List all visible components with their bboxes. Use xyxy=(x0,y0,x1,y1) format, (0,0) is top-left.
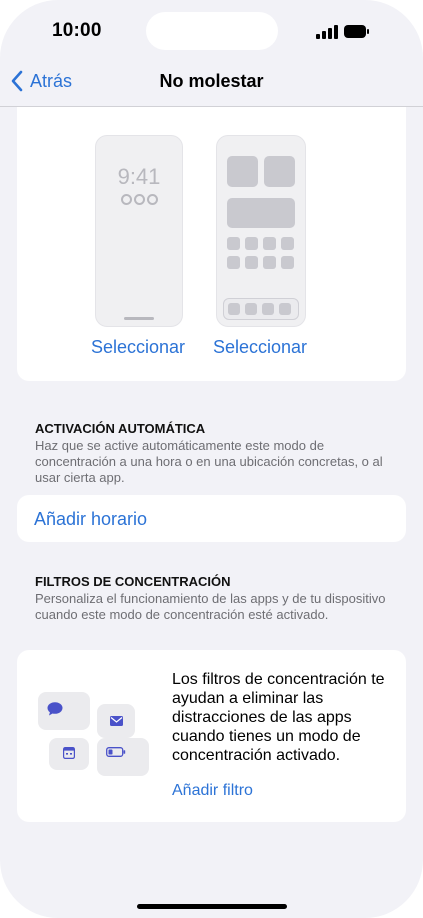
add-schedule-card[interactable]: Añadir horario xyxy=(17,495,406,542)
add-filter-button[interactable]: Añadir filtro xyxy=(172,782,253,800)
home-screen-preview[interactable] xyxy=(216,135,306,327)
dock xyxy=(223,298,299,320)
calendar-icon xyxy=(63,747,75,759)
status-bar: 10:00 xyxy=(0,0,423,58)
filters-header: FILTROS DE CONCENTRACIÓN xyxy=(35,574,231,589)
lock-screen-time: 9:41 xyxy=(117,164,161,189)
focus-filters-card: Los filtros de concentración te ayudan a… xyxy=(17,650,406,822)
page-title: No molestar xyxy=(159,71,264,91)
filters-info-text: Los filtros de concentración te ayudan a… xyxy=(172,671,385,764)
lock-screen-preview[interactable]: 9:41 xyxy=(95,135,183,327)
navigation-bar: Atrás No molestar xyxy=(0,58,423,107)
app-tile xyxy=(281,256,294,269)
select-home-screen-button[interactable]: Seleccionar xyxy=(213,337,307,358)
app-tile xyxy=(263,237,276,250)
mail-icon xyxy=(110,716,123,726)
message-icon xyxy=(47,702,63,716)
phone-screen: 10:00 Atrás No molestar 9:41 Seleccionar… xyxy=(0,0,423,918)
add-schedule-button[interactable]: Añadir horario xyxy=(34,509,147,530)
activation-header: ACTIVACIÓN AUTOMÁTICA xyxy=(35,421,206,436)
home-bar xyxy=(124,317,154,320)
filters-description: Personaliza el funcionamiento de las app… xyxy=(35,591,386,622)
battery-low-icon xyxy=(106,747,126,757)
screen-previews-card: 9:41 Seleccionar Seleccionar xyxy=(17,107,406,381)
widget-tile xyxy=(264,156,295,187)
signal-icon xyxy=(316,25,338,39)
dynamic-island xyxy=(146,12,278,50)
select-lock-screen-button[interactable]: Seleccionar xyxy=(91,337,185,358)
filters-illustration xyxy=(35,692,155,782)
home-indicator[interactable] xyxy=(137,904,287,909)
app-tile xyxy=(227,256,240,269)
widget-tile xyxy=(227,156,258,187)
activation-description: Haz que se active automáticamente este m… xyxy=(35,438,383,485)
app-tile xyxy=(245,237,258,250)
app-tile xyxy=(281,237,294,250)
widget-tile xyxy=(227,198,295,228)
lock-widget-icons xyxy=(96,192,182,208)
app-tile xyxy=(245,256,258,269)
status-time: 10:00 xyxy=(52,20,102,41)
app-tile xyxy=(263,256,276,269)
battery-icon xyxy=(344,25,370,38)
app-tile xyxy=(227,237,240,250)
